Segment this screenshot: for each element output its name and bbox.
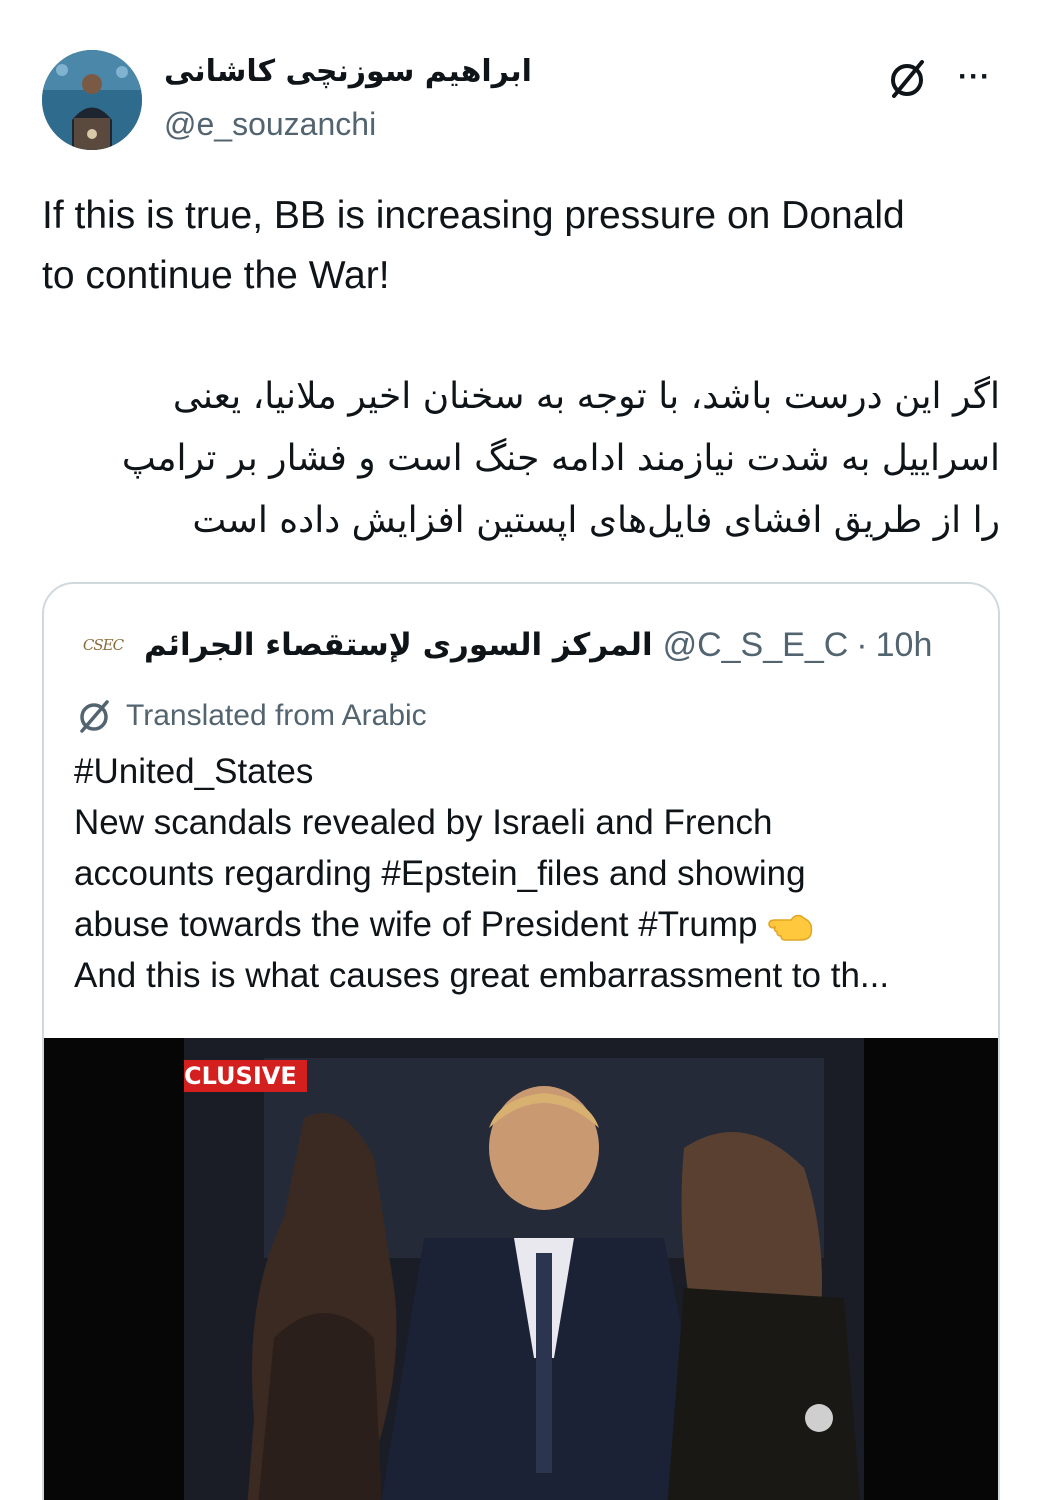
video-frame (44, 1038, 998, 1500)
quoted-tweet-text: #United_States New scandals revealed by … (74, 746, 984, 1001)
quoted-text-last-line: And this is what causes great embarrassm… (74, 956, 890, 995)
tweet-text-english: If this is true, BB is increasing pressu… (42, 194, 905, 297)
separator-dot: · (856, 625, 868, 664)
exclusive-badge: CLUSIVE (184, 1060, 307, 1092)
backhand-index-pointing-left-emoji (768, 914, 813, 941)
author-handle[interactable]: @e_souzanchi (164, 106, 376, 143)
avatar-image (42, 50, 142, 150)
quoted-tweet-card[interactable]: CSEC المركز السورى لإستقصاء الجرائم @C_S… (42, 582, 1000, 1500)
quoted-author-handle[interactable]: @C_S_E_C (663, 626, 849, 665)
translated-notice[interactable]: Translated from Arabic (74, 694, 427, 738)
quoted-author-name[interactable]: المركز السورى لإستقصاء الجرائم (144, 627, 653, 663)
translate-icon[interactable] (884, 56, 930, 102)
translate-icon (80, 700, 109, 733)
author-avatar[interactable] (42, 50, 142, 150)
author-display-name[interactable]: ابراهیم سوزنچی کاشانی (164, 54, 532, 89)
quoted-tweet-header: CSEC المركز السورى لإستقصاء الجرائم @C_S… (74, 622, 932, 668)
csec-logo-text: CSEC (82, 636, 124, 654)
tweet-text-persian: اگر این درست باشد، با توجه به سخنان اخیر… (121, 376, 1000, 541)
quoted-text-body: #United_States New scandals revealed by … (74, 752, 806, 944)
video-thumbnail[interactable]: CLUSIVE (44, 1038, 998, 1500)
more-options-icon[interactable]: ··· (958, 60, 998, 94)
tweet-view: ابراهیم سوزنچی کاشانی @e_souzanchi ··· I… (0, 0, 1041, 1500)
quoted-timestamp[interactable]: 10h (876, 626, 933, 665)
translated-label: Translated from Arabic (126, 699, 427, 732)
csec-logo: CSEC (74, 632, 132, 658)
